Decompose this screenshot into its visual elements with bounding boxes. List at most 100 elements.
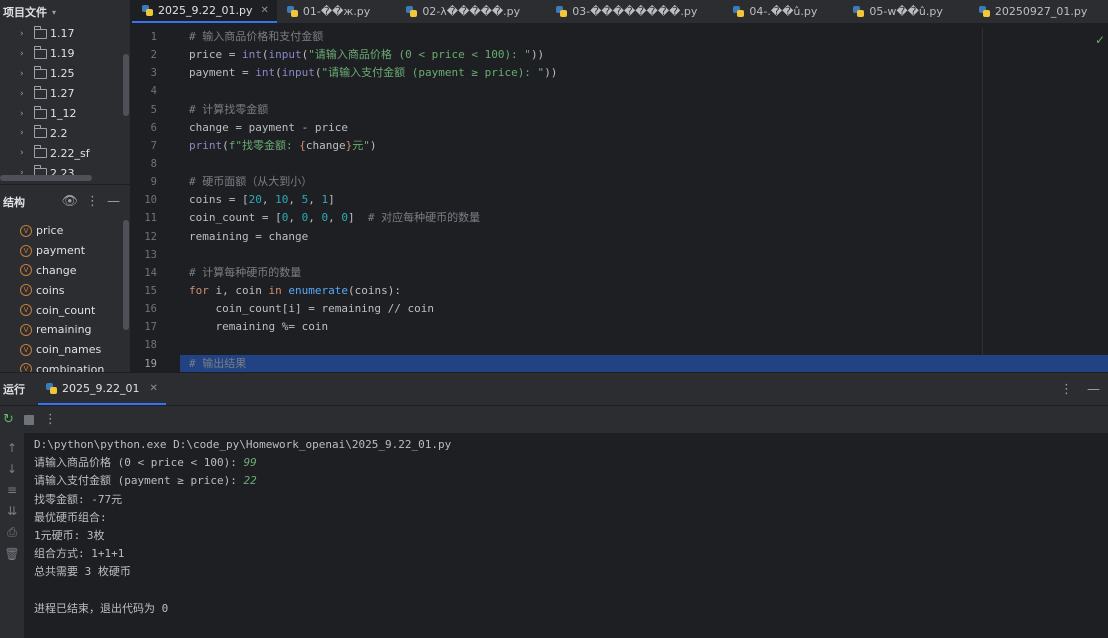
editor-tab[interactable]: 20250927_01.py	[969, 0, 1108, 23]
console-output[interactable]: D:\python\python.exe D:\code_py\Homework…	[24, 433, 1108, 638]
code-editor[interactable]: # 输入商品价格和支付金额 price = int(input("请输入商品价格 …	[180, 28, 1108, 372]
tree-folder-item[interactable]: › 1.17	[0, 24, 130, 44]
editor-tab[interactable]: 05-w��û.py	[843, 0, 968, 23]
arrow-down-icon[interactable]: ↓	[7, 462, 17, 476]
code-token: remaining = change	[189, 229, 309, 243]
console-text: 总共需要 3 枚硬币	[34, 565, 131, 579]
code-token: (	[275, 66, 282, 80]
structure-item[interactable]: Vpayment	[0, 241, 130, 261]
code-token: in	[268, 283, 282, 297]
trash-icon[interactable]: 🗑	[4, 547, 19, 561]
console-line: 组合方式: 1+1+1	[24, 545, 1108, 563]
code-line: change = payment - price	[180, 119, 1108, 137]
console-text: 进程已结束，退出代码为 0	[34, 601, 169, 615]
minimize-icon[interactable]: —	[107, 194, 120, 209]
editor-tab[interactable]: 04-.��û.py	[723, 0, 843, 23]
structure-item[interactable]: Vcoin_names	[0, 340, 130, 360]
structure-item-label: combination	[36, 362, 105, 372]
check-icon[interactable]: ✓	[1095, 33, 1105, 47]
console-line: 1元硬币: 3枚	[24, 527, 1108, 545]
code-token: # 硬币面额（从大到小）	[189, 175, 313, 189]
structure-item[interactable]: Vprice	[0, 221, 130, 241]
editor-tab[interactable]: 01-��ж.py	[277, 0, 396, 23]
more-options-icon[interactable]: ⋮	[44, 412, 57, 427]
code-token: i, coin	[208, 283, 269, 297]
structure-item-label: payment	[36, 244, 86, 258]
close-icon[interactable]: ✕	[260, 5, 268, 16]
python-file-icon	[733, 6, 745, 17]
scroll-to-end-icon[interactable]: ⇊	[7, 504, 17, 518]
code-token: )	[369, 138, 377, 152]
code-line: # 输入商品价格和支付金额	[180, 28, 1108, 46]
tree-folder-item[interactable]: › 1_12	[0, 104, 130, 124]
editor-tab[interactable]: 03-��������.py	[546, 0, 723, 23]
python-file-icon	[978, 6, 990, 17]
code-line: # 硬币面额（从大到小）	[180, 173, 1108, 191]
project-panel-header[interactable]: 项目文件 ▾	[0, 0, 130, 24]
tree-folder-item[interactable]: › 1.25	[0, 64, 130, 84]
structure-scrollbar[interactable]	[123, 220, 129, 330]
editor-tab[interactable]: 02-λ�����.py	[396, 0, 546, 23]
arrow-up-icon[interactable]: ↑	[7, 441, 17, 455]
structure-title: 结构	[3, 195, 25, 209]
structure-item[interactable]: Vcombination	[0, 360, 130, 372]
line-number: 17	[144, 321, 157, 334]
line-number-gutter: 1 2 3 4 5 6 7 8 9 10 11 12 13 14 15 16 17 18 19	[132, 28, 180, 372]
tree-scrollbar[interactable]	[123, 54, 129, 116]
minimize-icon[interactable]: —	[1087, 382, 1100, 397]
code-token: {	[299, 138, 306, 152]
code-token: int	[255, 66, 276, 80]
console-line: 进程已结束，退出代码为 0	[24, 600, 1108, 618]
more-options-icon[interactable]: ⋮	[1060, 382, 1073, 397]
rerun-icon[interactable]: ↻	[3, 412, 14, 427]
folder-label: 1.25	[50, 67, 75, 81]
tree-horizontal-scrollbar[interactable]	[0, 175, 92, 181]
editor-tab[interactable]: 2025_9.22_01.py ✕	[132, 0, 277, 23]
project-title: 项目文件	[3, 6, 47, 19]
tree-folder-item[interactable]: › 1.27	[0, 84, 130, 104]
project-tree: › 1.17 › 1.19 › 1.25 › 1.27 › 1_12 › 2.2 › 2.22_sf › 2.…	[0, 24, 130, 184]
more-options-icon[interactable]: ⋮	[86, 194, 99, 209]
soft-wrap-icon[interactable]: ≡	[7, 483, 17, 497]
chevron-right-icon[interactable]: ›	[20, 69, 30, 79]
structure-item[interactable]: Vremaining	[0, 320, 130, 340]
editor-tab-bar: 2025_9.22_01.py ✕ 01-��ж.py 02-λ�����.py 03-…	[132, 0, 1108, 24]
console-text: 请输入支付金额 (payment ≥ price):	[34, 474, 244, 488]
run-title: 运行	[3, 383, 25, 396]
code-token: (	[222, 138, 229, 152]
variable-icon: V	[20, 363, 32, 372]
structure-item-label: coin_count	[36, 303, 96, 317]
structure-item[interactable]: Vcoin_count	[0, 300, 130, 320]
line-number: 18	[144, 339, 157, 352]
chevron-right-icon[interactable]: ›	[20, 29, 30, 39]
tree-folder-item[interactable]: › 2.22_sf	[0, 143, 130, 163]
structure-item[interactable]: Vcoins	[0, 280, 130, 300]
line-number: 3	[150, 67, 157, 80]
console-line: D:\python\python.exe D:\code_py\Homework…	[24, 436, 1108, 454]
line-number: 16	[144, 303, 157, 316]
print-icon[interactable]: ⎙	[7, 525, 17, 540]
chevron-right-icon[interactable]: ›	[20, 89, 30, 99]
chevron-right-icon[interactable]: ›	[20, 49, 30, 59]
chevron-down-icon[interactable]: ▾	[52, 8, 56, 17]
tree-folder-item[interactable]: › 1.19	[0, 44, 130, 64]
line-number: 15	[144, 284, 157, 297]
line-number: 19	[144, 357, 157, 370]
code-token: ]	[328, 193, 335, 207]
code-token: ,	[261, 193, 276, 207]
console-text: 组合方式: 1+1+1	[34, 547, 125, 561]
eye-icon[interactable]: 👁	[61, 194, 78, 209]
tree-folder-item[interactable]: › 2.2	[0, 123, 130, 143]
stop-icon[interactable]	[23, 414, 34, 425]
run-config-tab[interactable]: 2025_9.22_01 ✕	[38, 373, 166, 405]
structure-item[interactable]: Vchange	[0, 261, 130, 281]
close-icon[interactable]: ✕	[149, 383, 157, 394]
python-file-icon	[46, 382, 57, 394]
code-token: # 输入商品价格和支付金额	[189, 30, 324, 43]
chevron-right-icon[interactable]: ›	[20, 128, 30, 138]
chevron-right-icon[interactable]: ›	[20, 148, 30, 158]
code-line: # 输出结果	[180, 354, 1108, 372]
chevron-right-icon[interactable]: ›	[20, 109, 30, 119]
